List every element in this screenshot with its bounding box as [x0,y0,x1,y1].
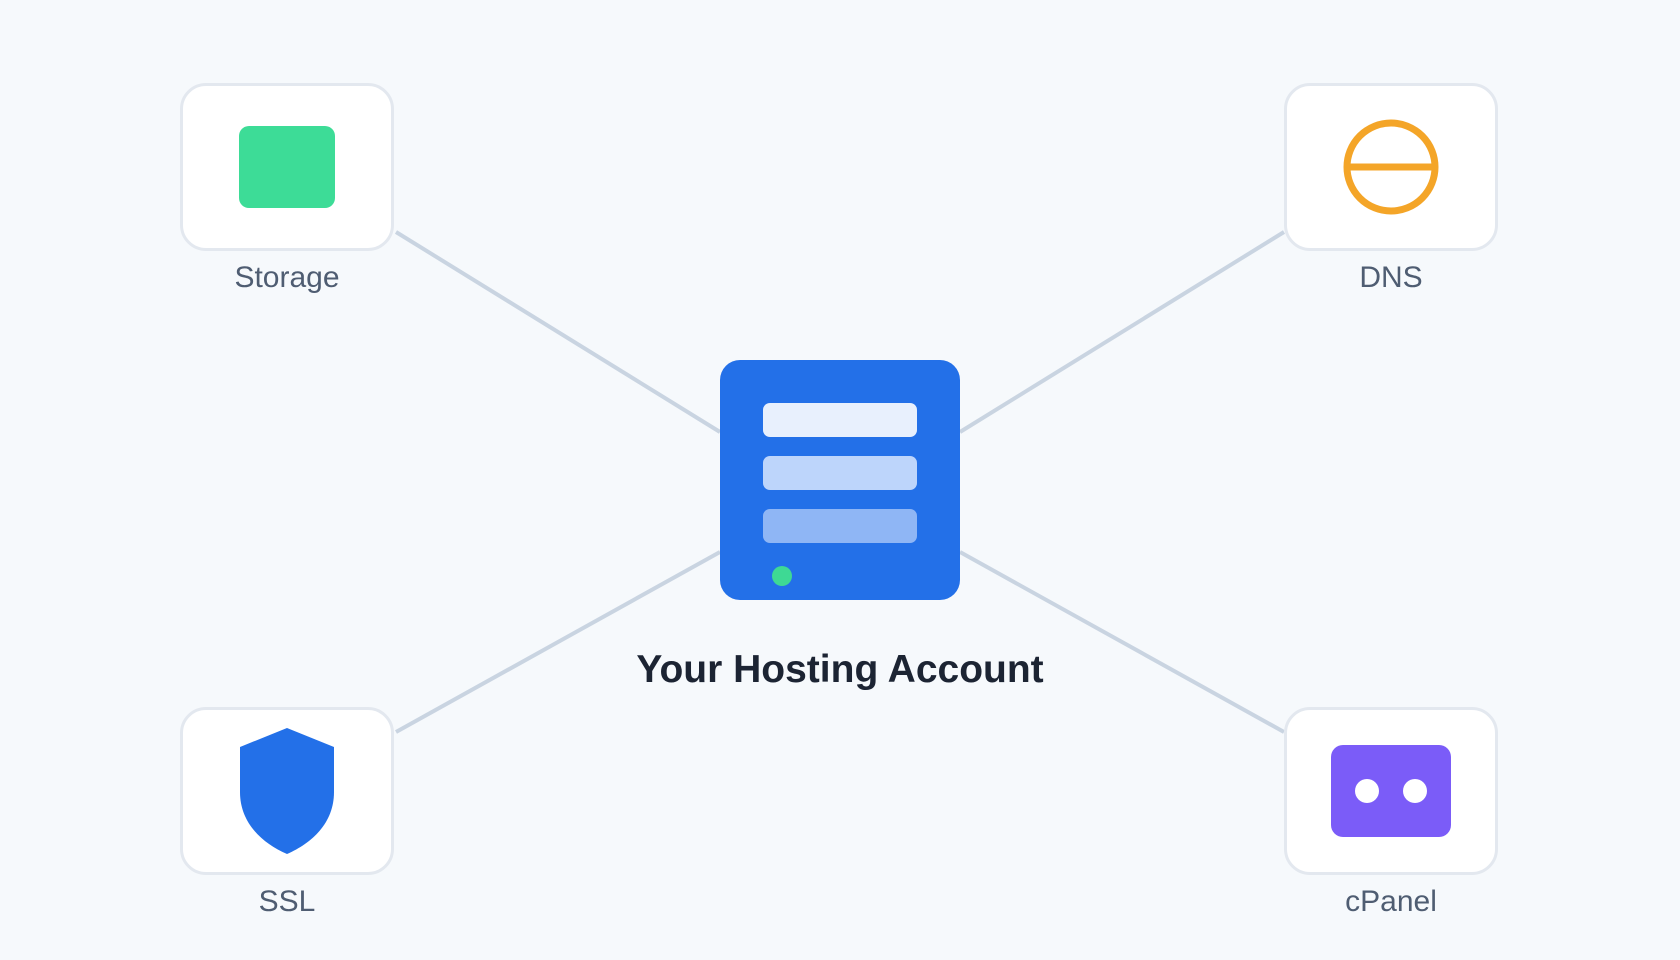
hub-title: Your Hosting Account [636,648,1044,691]
storage-node[interactable] [180,83,394,251]
connector-ssl [395,550,721,734]
storage-label: Storage [234,261,340,294]
dns-label: DNS [1359,261,1423,294]
shield-icon [240,728,334,854]
server-rack-bar [763,456,917,490]
ssl-label: SSL [258,885,316,918]
ssl-node[interactable] [180,707,394,875]
dns-node[interactable] [1284,83,1498,251]
cpanel-label: cPanel [1345,885,1437,918]
globe-icon [1343,119,1439,215]
server-rack-bar [763,509,917,543]
connector-dns [958,230,1286,434]
connector-storage [394,230,722,434]
cpanel-node[interactable] [1284,707,1498,875]
connector-cpanel [959,550,1285,734]
storage-icon [239,126,335,208]
hosting-server-icon[interactable] [720,360,960,600]
control-panel-icon [1331,745,1451,837]
service-diagram: Storage DNS Your Hosting Account SSL cPa… [0,0,1680,960]
status-indicator [772,566,792,586]
server-rack-bar [763,403,917,437]
